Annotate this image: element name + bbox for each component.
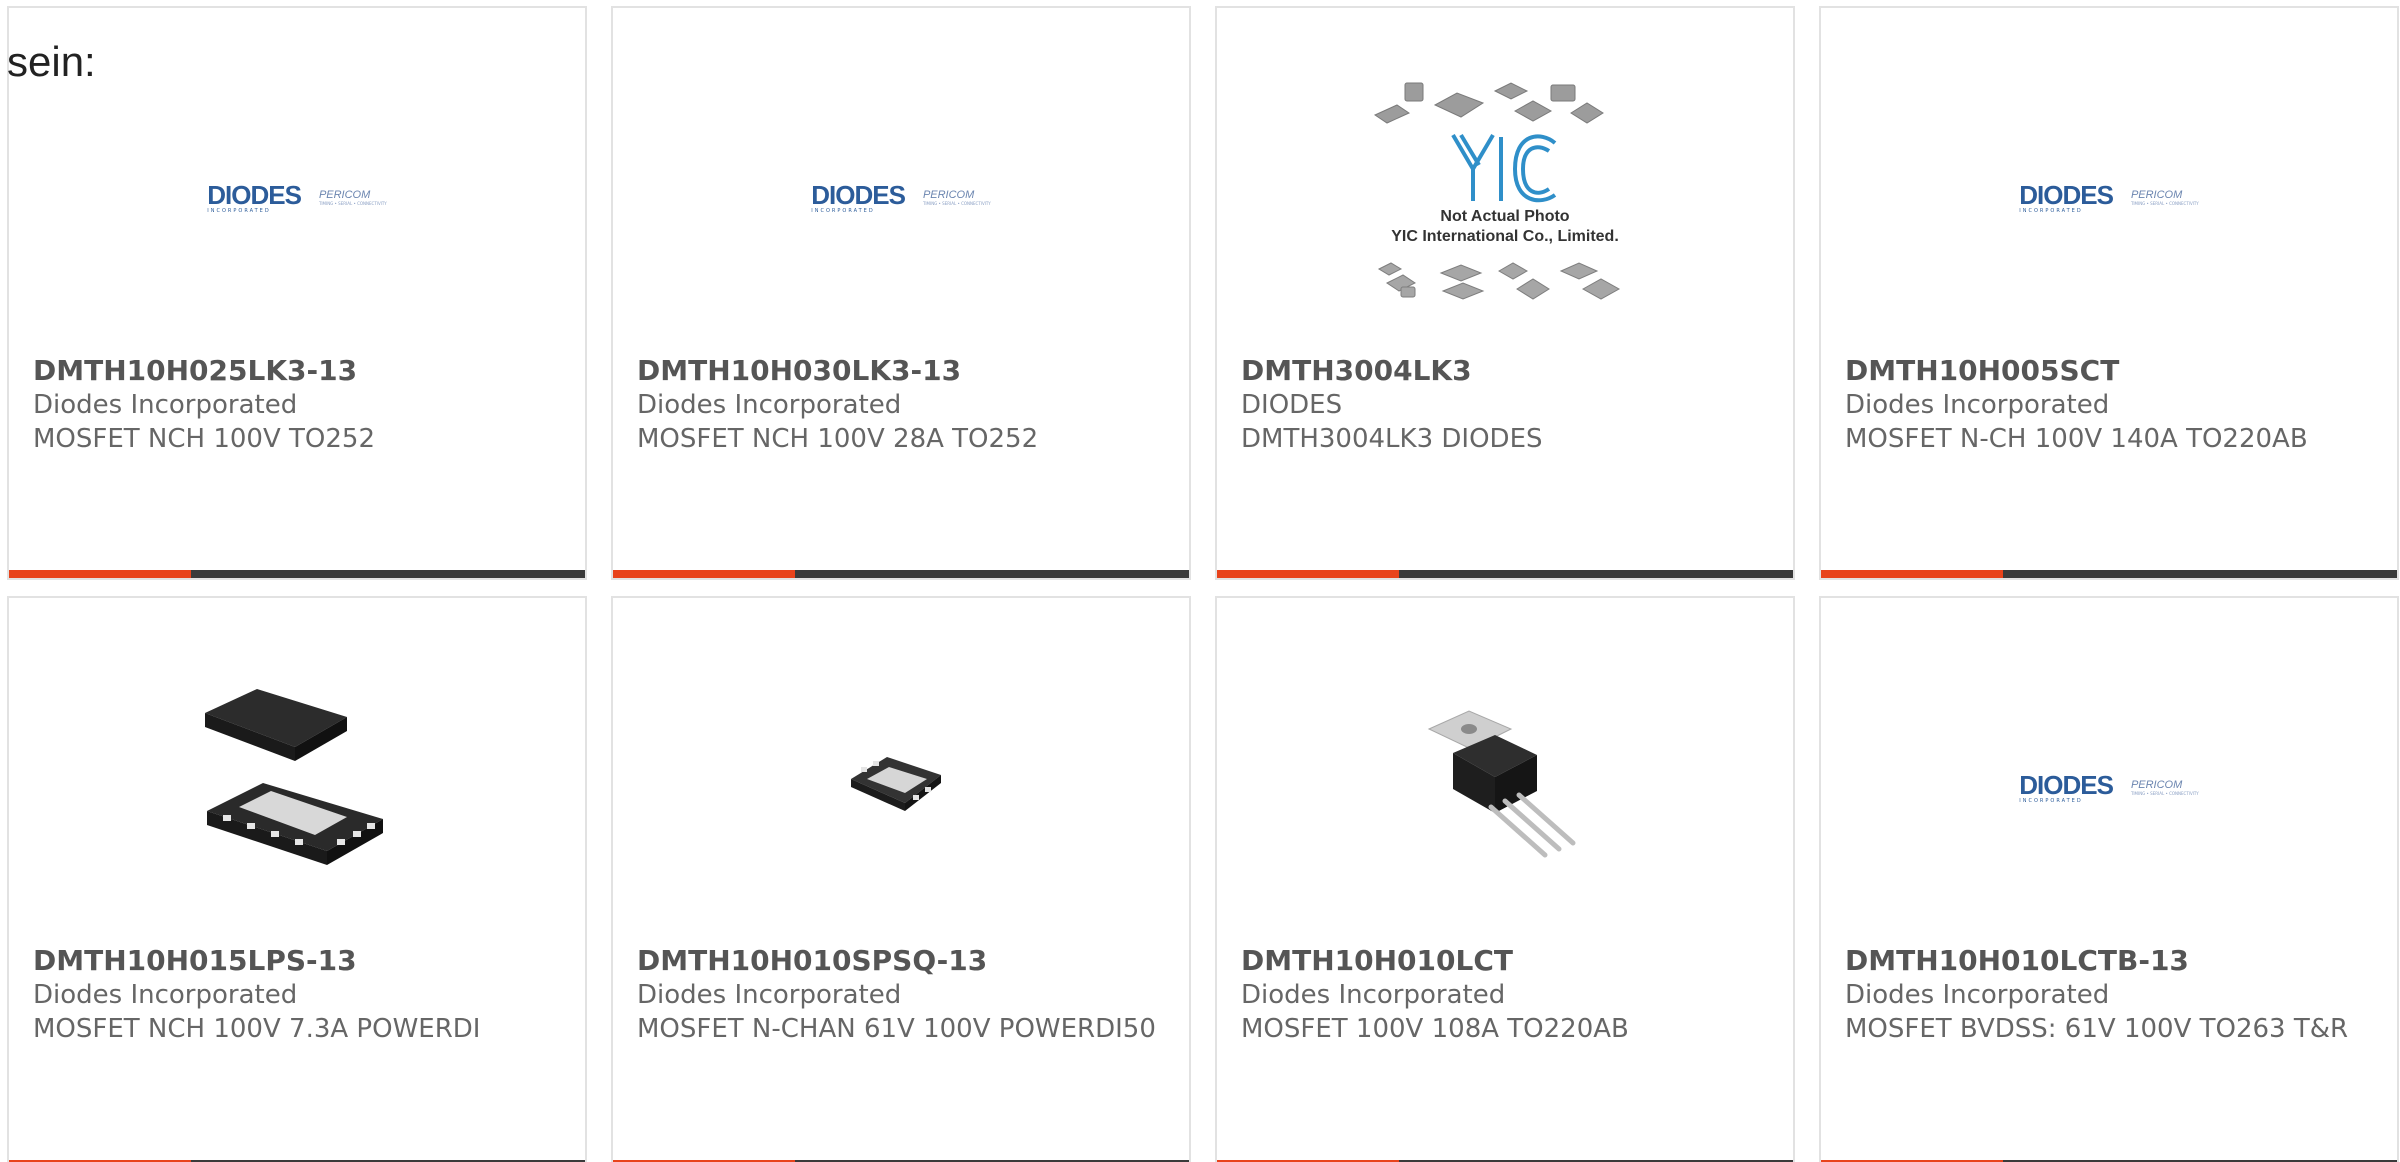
yic-logo-icon (1451, 133, 1557, 203)
pericom-tagline: TIMING • SERIAL • CONNECTIVITY (2130, 201, 2199, 206)
product-image (9, 638, 585, 938)
product-card[interactable]: DMTH10H015LPS-13 Diodes Incorporated MOS… (7, 596, 587, 1162)
manufacturer: Diodes Incorporated (637, 390, 902, 420)
pericom-wordmark: PERICOM (318, 189, 371, 201)
part-number[interactable]: DMTH10H015LPS-13 (33, 944, 565, 978)
part-number[interactable]: DMTH10H010LCTB-13 (1845, 944, 2377, 978)
product-card[interactable]: DIODES INCORPORATED PERICOM TIMING • SER… (7, 6, 587, 580)
card-bar-accent (9, 570, 191, 578)
part-number[interactable]: DMTH10H010SPSQ-13 (637, 944, 1169, 978)
powerdi-small-package-image (851, 757, 941, 811)
part-number[interactable]: DMTH10H010LCT (1241, 944, 1773, 978)
pericom-tagline: TIMING • SERIAL • CONNECTIVITY (2130, 791, 2199, 796)
yic-caption-line2: YIC International Co., Limited. (1391, 228, 1619, 245)
chip-icons-top (1373, 82, 1604, 124)
part-number[interactable]: DMTH10H005SCT (1845, 354, 2377, 388)
manufacturer: Diodes Incorporated (1845, 390, 2110, 420)
part-number[interactable]: DMTH10H025LK3-13 (33, 354, 565, 388)
description: MOSFET NCH 100V 28A TO252 (637, 424, 1039, 454)
card-bar-accent (613, 570, 795, 578)
powerdi-package-image (205, 689, 383, 865)
yic-placeholder-image: Not Actual Photo YIC International Co., … (1373, 82, 1621, 300)
manufacturer: DIODES (1241, 390, 1343, 420)
product-card[interactable]: Not Actual Photo YIC International Co., … (1215, 6, 1795, 580)
card-bar (613, 570, 1189, 578)
manufacturer: Diodes Incorporated (637, 980, 902, 1010)
diodes-wordmark: DIODES (811, 180, 906, 210)
product-image: DIODES INCORPORATED PERICOM TIMING • SER… (613, 48, 1189, 348)
description: DMTH3004LK3 DIODES (1241, 424, 1543, 454)
manufacturer: Diodes Incorporated (1241, 980, 1506, 1010)
diodes-wordmark: DIODES (207, 180, 302, 210)
diodes-logo: DIODES INCORPORATED PERICOM TIMING • SER… (811, 182, 991, 214)
product-image: Not Actual Photo YIC International Co., … (1217, 48, 1793, 348)
diodes-logo: DIODES INCORPORATED PERICOM TIMING • SER… (207, 182, 387, 214)
pericom-wordmark: PERICOM (922, 189, 975, 201)
description: MOSFET BVDSS: 61V 100V TO263 T&R (1845, 1014, 2349, 1044)
product-card[interactable]: DIODES INCORPORATED PERICOM TIMING • SER… (611, 6, 1191, 580)
card-bar-accent (1217, 570, 1399, 578)
card-bar (9, 570, 585, 578)
manufacturer: Diodes Incorporated (33, 390, 298, 420)
card-bar (1821, 570, 2397, 578)
product-card[interactable]: DIODES INCORPORATED PERICOM TIMING • SER… (1819, 6, 2399, 580)
card-bar-accent (1821, 570, 2003, 578)
product-image: DIODES INCORPORATED PERICOM TIMING • SER… (1821, 638, 2397, 938)
product-grid: DIODES INCORPORATED PERICOM TIMING • SER… (0, 0, 2400, 1162)
manufacturer: Diodes Incorporated (33, 980, 298, 1010)
card-bar (1217, 570, 1793, 578)
yic-caption-line1: Not Actual Photo (1440, 208, 1569, 225)
lead-text: sein: (7, 38, 96, 85)
to220-package-image (1427, 710, 1576, 858)
pericom-tagline: TIMING • SERIAL • CONNECTIVITY (318, 201, 387, 206)
product-image: DIODES INCORPORATED PERICOM TIMING • SER… (9, 48, 585, 348)
product-card[interactable]: DMTH10H010SPSQ-13 Diodes Incorporated MO… (611, 596, 1191, 1162)
pericom-wordmark: PERICOM (2130, 779, 2183, 791)
description: MOSFET N-CHAN 61V 100V POWERDI50 (637, 1014, 1156, 1044)
product-image (613, 638, 1189, 938)
diodes-wordmark: DIODES (2019, 770, 2114, 800)
pericom-wordmark: PERICOM (2130, 189, 2183, 201)
product-image: DIODES INCORPORATED PERICOM TIMING • SER… (1821, 48, 2397, 348)
part-number[interactable]: DMTH10H030LK3-13 (637, 354, 1169, 388)
diodes-wordmark: DIODES (2019, 180, 2114, 210)
manufacturer: Diodes Incorporated (1845, 980, 2110, 1010)
description: MOSFET NCH 100V TO252 (33, 424, 375, 454)
description: MOSFET 100V 108A TO220AB (1241, 1014, 1629, 1044)
product-card[interactable]: DIODES INCORPORATED PERICOM TIMING • SER… (1819, 596, 2399, 1162)
chip-icons-bottom (1377, 262, 1621, 300)
diodes-logo: DIODES INCORPORATED PERICOM TIMING • SER… (2019, 772, 2199, 804)
product-card[interactable]: DMTH10H010LCT Diodes Incorporated MOSFET… (1215, 596, 1795, 1162)
diodes-logo: DIODES INCORPORATED PERICOM TIMING • SER… (2019, 182, 2199, 214)
description: MOSFET NCH 100V 7.3A POWERDI (33, 1014, 481, 1044)
pericom-tagline: TIMING • SERIAL • CONNECTIVITY (922, 201, 991, 206)
description: MOSFET N-CH 100V 140A TO220AB (1845, 424, 2308, 454)
product-image (1217, 638, 1793, 938)
part-number[interactable]: DMTH3004LK3 (1241, 354, 1773, 388)
